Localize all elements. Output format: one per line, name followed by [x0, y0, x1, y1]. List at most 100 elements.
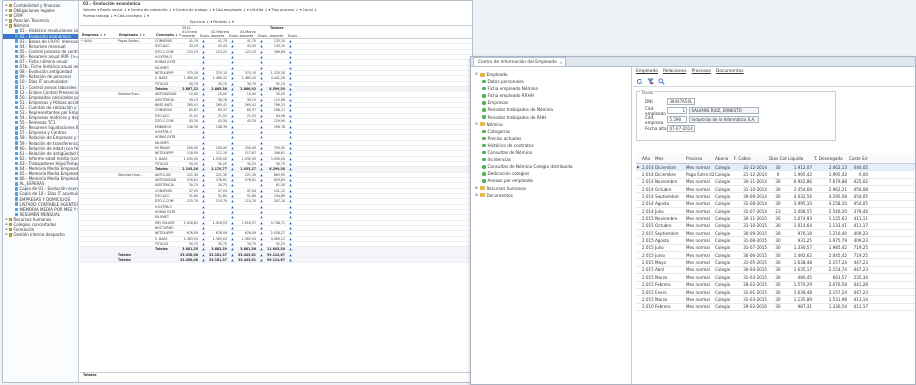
grid-cell: 3.995,10 — [793, 201, 812, 207]
grid-row[interactable]: 2.014 Septiembre Mes normal Colegio 30-09-20… — [636, 193, 915, 201]
pivot-cell-concepto: H.EXTRA.3 — [155, 55, 172, 60]
pivot-cell-total: 99.124,67 — [267, 258, 285, 263]
grid-header-cell[interactable]: Abono — [714, 156, 733, 161]
grid-row[interactable]: 2.015 Junio Mes normal Colegio 30-06-2015 30 1… — [636, 252, 915, 260]
company-code-field[interactable]: 5.598 — [667, 116, 687, 123]
pivot-cell-empresa — [80, 141, 117, 145]
pivot-cell-total: 33.458,08 — [180, 252, 198, 257]
grid-cell: 454,05 — [853, 194, 868, 200]
refresh-icon[interactable] — [636, 78, 643, 85]
grid-cell: 1.912,07 — [793, 164, 812, 170]
search-icon[interactable] — [658, 78, 665, 85]
expand-icon[interactable]: ⊞ — [5, 232, 8, 237]
grid-cell: 30 — [775, 252, 781, 258]
grid-row[interactable]: 2.015 Marzo Mes normal Colegio 31-03-2015 30 1… — [636, 296, 915, 304]
grid-header-cell[interactable]: Días Coto — [768, 156, 787, 161]
collapse-icon[interactable]: ⊟ — [475, 121, 479, 128]
expand-icon[interactable]: ⊞ — [475, 185, 479, 192]
nav-item[interactable]: Consultas de Nómina Colegio distribuida — [471, 163, 631, 170]
dni-field[interactable]: 38447654L — [667, 98, 695, 105]
pivot-cell-empresa — [80, 119, 117, 123]
grid-row[interactable]: 2.015 Marzo Mes normal Colegio 31-03-2015 30 4… — [636, 274, 915, 282]
pivot-cell-importe: 61,50 — [275, 183, 285, 188]
grid-row[interactable]: 2.015 Septiembre Mes normal Colegio 30-09-20… — [636, 230, 915, 238]
grid-header-cell[interactable]: Mes — [654, 156, 685, 161]
nav-item[interactable]: Consultas de Nómina — [471, 149, 631, 156]
pivot-cell-empleado — [117, 60, 154, 64]
menu-relaciones[interactable]: Relaciones — [663, 67, 687, 77]
grid-cell: Junio — [655, 252, 666, 258]
expand-icon[interactable]: ⊞ — [475, 192, 479, 199]
collapse-icon[interactable]: ⊟ — [475, 71, 479, 78]
pivot-cell-importe: 65,67 — [188, 108, 198, 113]
pivot-cell-importe — [265, 205, 286, 209]
nav-item[interactable]: Periodos trabajados de Nómina — [471, 106, 631, 113]
nav-item[interactable]: Datos personales — [471, 78, 631, 85]
nav-item[interactable]: Categorías — [471, 128, 631, 135]
hire-date-field[interactable]: 07-07-2014 — [667, 125, 695, 132]
employee-code-field[interactable]: 1 — [667, 107, 687, 114]
grid-row[interactable]: ▶ 2.014 Diciembre Mes normal Colegio 31-12-20… — [636, 164, 915, 172]
nav-item[interactable]: Ficha empleado Nómina — [471, 85, 631, 92]
grid-row[interactable]: 2.015 Enero Mes normal Colegio 31-01-2015 30 1… — [636, 289, 915, 297]
close-icon[interactable]: × — [559, 58, 562, 67]
grid-row[interactable]: 2.014 Julio Mes normal Colegio 31-07-2014 23 2… — [636, 208, 915, 216]
tree-item[interactable]: ⊞ Gestión interna despacho — [3, 232, 78, 237]
filter-icon[interactable] — [647, 78, 654, 85]
menu-procesos[interactable]: Procesos — [692, 67, 711, 77]
grid-header-cell[interactable]: Coste Emp. — [848, 156, 868, 161]
grid-row[interactable]: 2.014 Agosto Mes normal Colegio 31-08-2014 30… — [636, 201, 915, 209]
pivot-head-importe-2: Importe — [211, 34, 225, 38]
nav-item[interactable]: Precios actuales — [471, 135, 631, 142]
grid-header-cell[interactable]: Año — [641, 156, 654, 161]
trend-up-icon: ▲ — [289, 177, 292, 182]
grid-row[interactable]: 2.015 Mayo Mes normal Colegio 31-05-2015 30 1.… — [636, 259, 915, 267]
grid-cell: 31-01-2015 — [743, 289, 767, 295]
grid-cell: 30 — [775, 186, 781, 192]
grid-row[interactable]: 2.014 Noviembre Mes normal Colegio 30-11-201… — [636, 179, 915, 187]
grid-header-cell[interactable]: T. Devengado — [813, 156, 848, 161]
nav-item-label: Dedicación colegios — [487, 171, 530, 177]
nav-item[interactable]: Histórico de contratos — [471, 142, 631, 149]
grid-row[interactable]: 2.015 Julio Mes normal Colegio 31-07-2015 30 1… — [636, 245, 915, 253]
pivot-cell-concepto: S. BASE — [155, 236, 168, 241]
nav-item[interactable]: Periodos trabajados de RHH — [471, 114, 631, 121]
pivot-cell-empresa — [80, 247, 117, 251]
pivot-cell-empresa — [80, 199, 117, 203]
grid-row[interactable]: 2.015 Agosto Mes normal Colegio 31-08-2015 30… — [636, 237, 915, 245]
grid-cell: Mes normal — [686, 208, 710, 214]
grid-row[interactable]: 2.015 Abril Mes normal Colegio 30-04-2015 30 1… — [636, 267, 915, 275]
nav-item[interactable]: Dedicación colegios — [471, 170, 631, 177]
grid-header-cell[interactable]: Proceso — [685, 156, 714, 161]
grid-header-cell[interactable]: F. Cobro — [733, 156, 768, 161]
grid-cell: 31-05-2015 — [743, 260, 767, 266]
grid-row[interactable]: 2.015 Febrero Mes normal Colegio 28-02-2015 3… — [636, 282, 915, 289]
grid-header-cell[interactable]: Líquido — [787, 156, 813, 161]
grid-row[interactable]: 2.010 Febrero Mes normal Colegio 29-02-2016 3… — [636, 304, 915, 311]
grid-row[interactable]: 2.014 Diciembre Paga Extra 02 Colegio 21-12-… — [636, 171, 915, 179]
nav-item[interactable]: ⊟ Empleado — [471, 71, 631, 78]
menu-documentos[interactable]: Documentos — [716, 67, 744, 77]
trend-up-icon: ▲ — [231, 71, 234, 76]
nav-item[interactable]: ⊟ Nómina — [471, 121, 631, 128]
nav-item[interactable]: ⊞ Documentos — [471, 192, 631, 199]
nav-item[interactable]: ⊞ Recursos humanos — [471, 185, 631, 192]
grid-cell: 31-03-2015 — [743, 274, 767, 280]
expand-icon[interactable]: ⊞ — [5, 23, 8, 28]
pivot-head-empresa[interactable]: Empresa ↓ ▾ — [82, 33, 105, 37]
pivot-cell-importe: 117,67 — [244, 151, 256, 156]
trend-up-icon: ▲ — [289, 188, 292, 193]
tab-employee-info[interactable]: Centro de Información del Empleado × — [473, 57, 566, 66]
pivot-head-empleado[interactable]: Empleado ↓ ▾ — [119, 33, 145, 37]
pivot-head-concepto[interactable]: Concepto ↓ ▾ — [156, 33, 181, 37]
nav-item[interactable]: Incidencias — [471, 156, 631, 163]
menu-empleado[interactable]: Empleado — [636, 67, 658, 77]
nav-item[interactable]: Ficha empleado RRHH — [471, 92, 631, 99]
nav-item[interactable]: Anexos por empleado — [471, 177, 631, 184]
grid-row[interactable]: 2.015 Octubre Mes normal Colegio 31-10-2015 3… — [636, 223, 915, 231]
nav-item[interactable]: Empresas — [471, 99, 631, 106]
grid-row[interactable]: 2.015 Noviembre Mes normal Colegio 30-11-201… — [636, 215, 915, 223]
grid-row[interactable]: 2.014 Octubre Mes normal Colegio 31-10-2014 3… — [636, 186, 915, 194]
pivot-cell-importe: 130,29 — [273, 44, 285, 49]
grid-cell: 1.638,48 — [793, 289, 812, 295]
